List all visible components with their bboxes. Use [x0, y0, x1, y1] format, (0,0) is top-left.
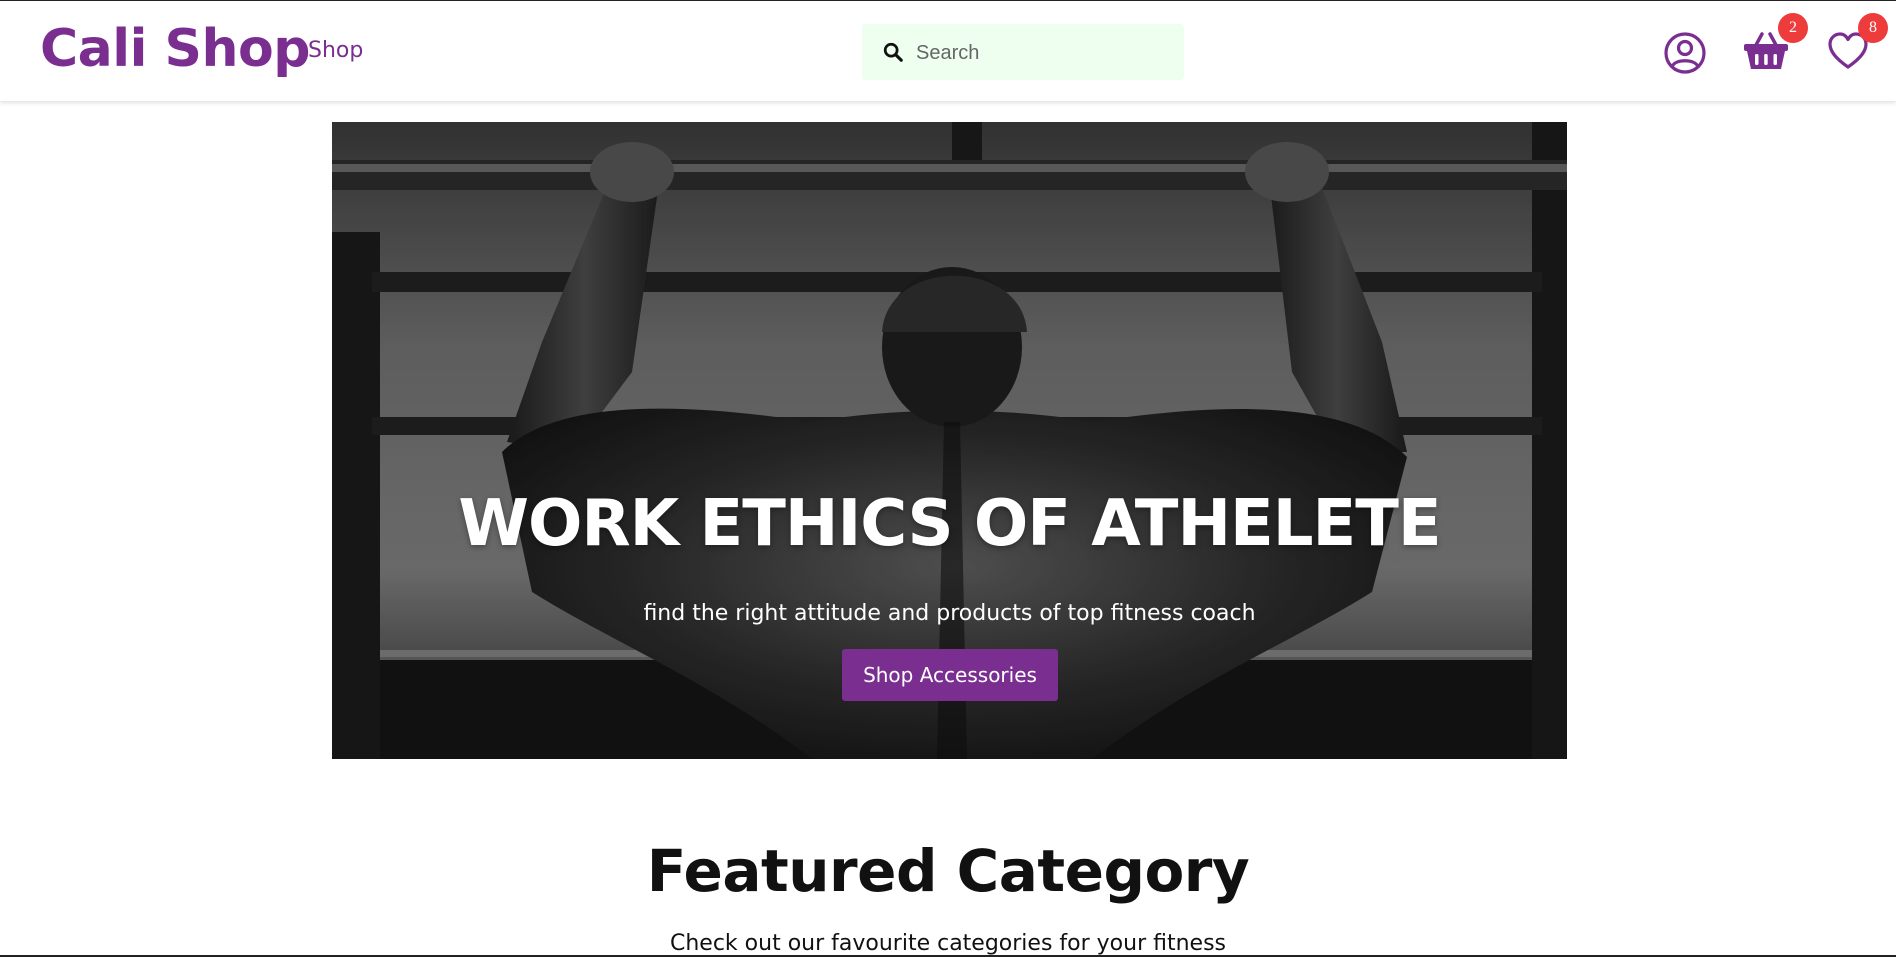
featured-category-heading: Featured Category [646, 837, 1250, 905]
search-bar [862, 24, 1184, 80]
shop-accessories-button[interactable]: Shop Accessories [842, 649, 1058, 701]
featured-category-subtitle: Check out our favourite categories for y… [670, 931, 1226, 956]
hero-subtitle: find the right attitude and products of … [643, 601, 1256, 626]
cart-count-badge: 2 [1778, 13, 1808, 43]
top-navbar: Cali Shop Shop 2 8 [0, 1, 1896, 101]
page: Cali Shop Shop 2 8 [0, 0, 1896, 957]
hero-banner: WORK ETHICS OF ATHELETE find the right a… [332, 122, 1567, 759]
hero-title: WORK ETHICS OF ATHELETE [458, 487, 1441, 561]
user-circle-icon[interactable] [1663, 31, 1707, 75]
search-icon [883, 42, 903, 62]
search-input[interactable] [914, 32, 1168, 74]
brand-logo[interactable]: Cali Shop [40, 19, 310, 79]
wishlist-count-badge: 8 [1858, 13, 1888, 43]
nav-link-shop[interactable]: Shop [308, 38, 363, 63]
